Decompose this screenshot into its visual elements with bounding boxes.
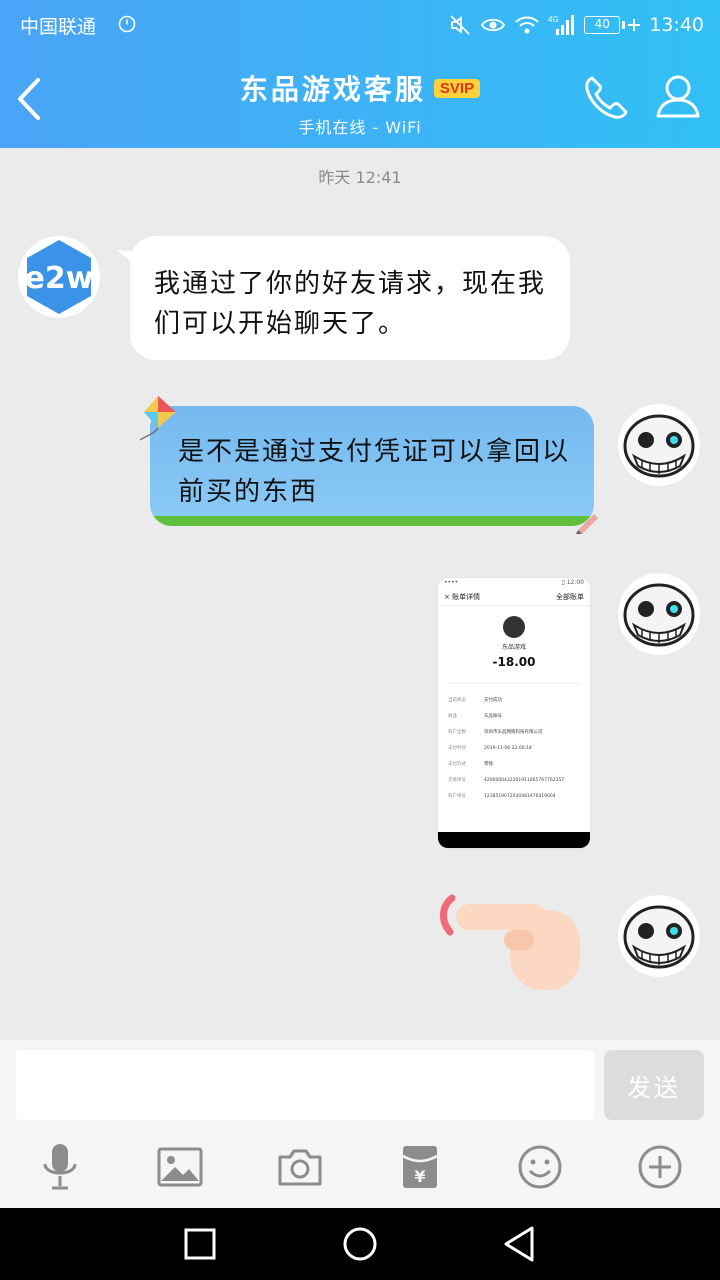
message-text: 是不是通过支付凭证可以拿回以前买的东西	[178, 437, 571, 507]
pointing-hand-sticker[interactable]	[430, 890, 590, 998]
receipt-row-key: 商户单号	[448, 794, 466, 799]
receipt-nav-bar	[438, 832, 590, 848]
receipt-row-key: 商户全称	[448, 730, 466, 735]
receipt-row: 商品 东品账号	[448, 708, 580, 724]
receipt-row-key: 支付方式	[448, 762, 466, 767]
my-avatar[interactable]	[618, 404, 700, 486]
charging-icon	[628, 19, 641, 31]
profile-icon[interactable]	[652, 70, 704, 122]
red-packet-icon[interactable]: ¥	[395, 1142, 445, 1192]
svg-text:¥: ¥	[414, 1167, 425, 1186]
receipt-row-value: 1238519072030481476419004	[484, 793, 556, 799]
pencil-decoration-icon	[576, 514, 598, 534]
message-input[interactable]	[16, 1050, 594, 1120]
message-bubble-outgoing[interactable]: 是不是通过支付凭证可以拿回以前买的东西	[136, 394, 610, 534]
receipt-row-key: 商品	[448, 714, 457, 719]
contact-avatar[interactable]: e2w	[18, 236, 100, 318]
status-bar: 中国联通 4G 40 13:40	[0, 0, 720, 50]
bubble-grass-decoration	[150, 516, 594, 526]
clock-icon	[118, 15, 136, 33]
receipt-row-key: 支付时间	[448, 746, 466, 751]
receipt-rows: 当前状态 支付成功商品 东品账号商户全称 深圳市东品网络科技有限公司支付时间 2019-…	[438, 692, 590, 804]
microphone-icon[interactable]	[35, 1142, 85, 1192]
back-icon[interactable]	[500, 1224, 540, 1264]
chat-header: 中国联通 4G 40 13:40 东品游戏客服 SVIP 手机在线 - WiFi	[0, 0, 720, 148]
mute-icon	[450, 15, 470, 35]
signal-icon: 4G	[548, 15, 575, 35]
receipt-row-key: 交易单号	[448, 778, 466, 783]
plus-icon[interactable]	[635, 1142, 685, 1192]
receipt-all-bills: 全部账单	[556, 593, 584, 601]
my-avatar[interactable]	[618, 895, 700, 977]
receipt-row-value: 4200000432201911065767762357	[484, 777, 565, 783]
status-time: 13:40	[649, 14, 704, 36]
receipt-row: 交易单号 4200000432201911065767762357	[448, 772, 580, 788]
receipt-row: 商户单号 1238519072030481476419004	[448, 788, 580, 804]
receipt-title: 账单详情	[452, 593, 481, 601]
receipt-row-value: 东品账号	[484, 714, 502, 719]
receipt-row-value: 深圳市东品网络科技有限公司	[484, 730, 543, 735]
input-toolbar: ¥	[0, 1138, 720, 1200]
chat-area[interactable]: 昨天 12:41 e2w 我通过了你的好友请求，现在我们可以开始聊天了。 是不是…	[0, 148, 720, 1040]
message-timestamp: 昨天 12:41	[318, 168, 402, 187]
receipt-row: 当前状态 支付成功	[448, 692, 580, 708]
merchant-name: 东品游戏	[501, 644, 526, 651]
svip-badge: SVIP	[433, 78, 481, 98]
my-avatar[interactable]	[618, 573, 700, 655]
merchant-avatar	[503, 616, 525, 638]
system-nav-bar	[0, 1208, 720, 1280]
receipt-row-value: 零钱	[484, 762, 493, 767]
receipt-row-key: 当前状态	[448, 698, 466, 703]
message-bubble-incoming[interactable]: 我通过了你的好友请求，现在我们可以开始聊天了。	[130, 236, 570, 360]
image-message-receipt[interactable]: •••• ▯ 12:00 × 账单详情 全部账单 东品游戏 -18.00 当前状态…	[438, 578, 590, 848]
receipt-amount: -18.00	[492, 655, 536, 669]
wifi-icon	[515, 16, 539, 34]
receipt-header: × 账单详情 全部账单	[438, 590, 590, 606]
input-area: 发送 ¥	[0, 1040, 720, 1208]
image-icon[interactable]	[155, 1142, 205, 1192]
receipt-row: 支付时间 2019-11-06 22:00:18	[448, 740, 580, 756]
receipt-row-value: 2019-11-06 22:00:18	[484, 745, 532, 751]
send-button[interactable]: 发送	[604, 1050, 704, 1120]
receipt-row: 商户全称 深圳市东品网络科技有限公司	[448, 724, 580, 740]
camera-icon[interactable]	[275, 1142, 325, 1192]
battery-indicator: 40	[584, 16, 641, 34]
carrier-label: 中国联通	[20, 16, 97, 38]
eye-icon	[481, 18, 506, 32]
chat-title[interactable]: 东品游戏客服	[240, 68, 426, 108]
emoji-icon[interactable]	[515, 1142, 565, 1192]
kite-icon	[139, 396, 176, 441]
phone-icon[interactable]	[580, 72, 632, 124]
home-icon[interactable]	[340, 1224, 380, 1264]
receipt-row: 支付方式 零钱	[448, 756, 580, 772]
receipt-status-bar: •••• ▯ 12:00	[444, 579, 584, 586]
network-label: 4G	[548, 15, 559, 24]
battery-label: 40	[584, 16, 621, 34]
recent-apps-icon[interactable]	[180, 1224, 220, 1264]
svg-text:e2w: e2w	[25, 261, 94, 296]
receipt-row-value: 支付成功	[484, 698, 502, 703]
